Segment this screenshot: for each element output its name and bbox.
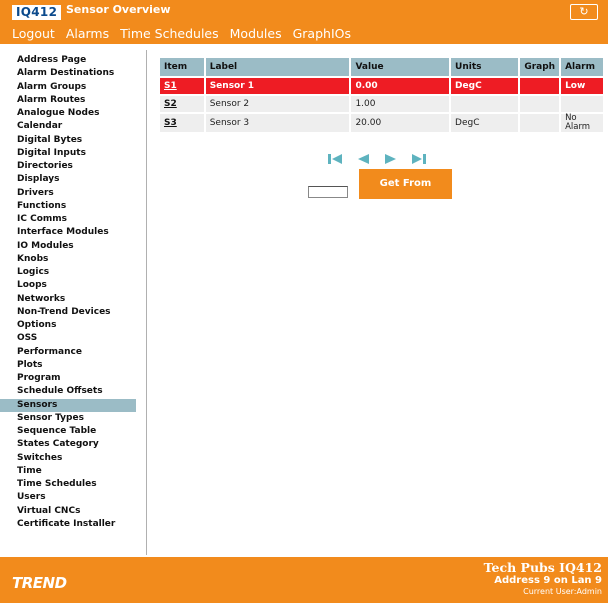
previous-page-icon[interactable]: [353, 152, 373, 166]
sidebar-item-address-page[interactable]: Address Page: [0, 54, 136, 67]
sidebar-item-alarm-destinations[interactable]: Alarm Destinations: [0, 67, 136, 80]
table-row: S1 Sensor 1 0.00 DegC Low: [160, 76, 603, 94]
sensor-link[interactable]: S3: [164, 118, 177, 128]
column-header-item: Item: [160, 58, 206, 76]
device-name: Tech Pubs IQ412: [483, 560, 602, 575]
sidebar-item-logics[interactable]: Logics: [0, 266, 136, 279]
cell-units: [451, 94, 521, 112]
sidebar-item-drivers[interactable]: Drivers: [0, 187, 136, 200]
sidebar-item-non-trend-devices[interactable]: Non-Trend Devices: [0, 306, 136, 319]
cell-value: 1.00: [351, 94, 452, 112]
sidebar-item-program[interactable]: Program: [0, 372, 136, 385]
cell-units: DegC: [451, 76, 521, 94]
sidebar-item-users[interactable]: Users: [0, 491, 136, 504]
page-title: Sensor Overview: [66, 3, 171, 16]
sidebar-item-oss[interactable]: OSS: [0, 332, 136, 345]
current-user: Current User:Admin: [523, 587, 602, 596]
cell-item: S1: [160, 76, 206, 94]
sidebar: Address Page Alarm Destinations Alarm Grou…: [0, 50, 147, 555]
column-header-value: Value: [351, 58, 452, 76]
table-header-row: Item Label Value Units Graph Alarm: [160, 58, 603, 76]
nav-alarms[interactable]: Alarms: [66, 26, 109, 41]
sensor-table: Item Label Value Units Graph Alarm S1 Se…: [160, 58, 603, 132]
nav-time-schedules[interactable]: Time Schedules: [120, 26, 219, 41]
sidebar-item-calendar[interactable]: Calendar: [0, 120, 136, 133]
nav-modules[interactable]: Modules: [230, 26, 282, 41]
footer-bar: TREND Tech Pubs IQ412 Address 9 on Lan 9…: [0, 557, 608, 603]
sidebar-item-virtual-cncs[interactable]: Virtual CNCs: [0, 505, 136, 518]
header-bar: IQ412 Sensor Overview ↻ Logout Alarms Ti…: [0, 0, 608, 44]
column-header-alarm: Alarm: [561, 58, 603, 76]
sidebar-item-directories[interactable]: Directories: [0, 160, 136, 173]
sidebar-item-performance[interactable]: Performance: [0, 346, 136, 359]
sidebar-item-networks[interactable]: Networks: [0, 293, 136, 306]
cell-units: DegC: [451, 112, 521, 132]
cell-label: Sensor 3: [205, 112, 352, 132]
refresh-icon: ↻: [579, 5, 589, 18]
cell-value: 0.00: [351, 76, 452, 94]
cell-label: Sensor 2: [205, 94, 352, 112]
sidebar-item-ic-comms[interactable]: IC Comms: [0, 213, 136, 226]
column-header-label: Label: [205, 58, 352, 76]
table-row: S3 Sensor 3 20.00 DegC No Alarm: [160, 112, 603, 132]
sidebar-item-analogue-nodes[interactable]: Analogue Nodes: [0, 107, 136, 120]
sidebar-item-schedule-offsets[interactable]: Schedule Offsets: [0, 385, 136, 398]
sidebar-item-plots[interactable]: Plots: [0, 359, 136, 372]
sidebar-item-functions[interactable]: Functions: [0, 200, 136, 213]
cell-item: S3: [160, 112, 206, 132]
sensor-link[interactable]: S2: [164, 99, 177, 109]
sidebar-item-digital-inputs[interactable]: Digital Inputs: [0, 147, 136, 160]
sidebar-item-alarm-groups[interactable]: Alarm Groups: [0, 81, 136, 94]
sidebar-item-sequence-table[interactable]: Sequence Table: [0, 425, 136, 438]
iq-logo: IQ412: [12, 5, 62, 20]
sensor-link[interactable]: S1: [164, 81, 177, 91]
next-page-icon[interactable]: [381, 152, 401, 166]
sidebar-item-loops[interactable]: Loops: [0, 279, 136, 292]
nav-graphios[interactable]: GraphIOs: [293, 26, 351, 41]
sidebar-item-interface-modules[interactable]: Interface Modules: [0, 226, 136, 239]
sidebar-item-certificate-installer[interactable]: Certificate Installer: [0, 518, 136, 531]
get-from-button[interactable]: Get From: [359, 169, 452, 199]
cell-label: Sensor 1: [205, 76, 352, 94]
column-header-units: Units: [451, 58, 521, 76]
get-from-input[interactable]: [308, 186, 348, 198]
top-navigation: Logout Alarms Time Schedules Modules Gra…: [12, 26, 351, 41]
first-page-icon[interactable]: [325, 152, 345, 166]
sidebar-item-time-schedules[interactable]: Time Schedules: [0, 478, 136, 491]
device-info: Tech Pubs IQ412 Address 9 on Lan 9 Curre…: [484, 561, 602, 597]
refresh-button[interactable]: ↻: [570, 4, 598, 20]
sidebar-item-states-category[interactable]: States Category: [0, 438, 136, 451]
sidebar-item-sensors[interactable]: Sensors: [0, 398, 136, 412]
table-row: S2 Sensor 2 1.00: [160, 94, 603, 112]
sidebar-item-knobs[interactable]: Knobs: [0, 253, 136, 266]
device-address: Address 9 on Lan 9: [494, 575, 602, 586]
sidebar-item-sensor-types[interactable]: Sensor Types: [0, 412, 136, 425]
cell-graph: [520, 94, 562, 112]
cell-value: 20.00: [351, 112, 452, 132]
cell-alarm: [561, 94, 603, 112]
cell-alarm: Low: [561, 76, 603, 94]
sidebar-item-switches[interactable]: Switches: [0, 452, 136, 465]
pagination: [325, 152, 429, 166]
cell-alarm: No Alarm: [561, 112, 603, 132]
cell-graph: [520, 112, 562, 132]
trend-logo: TREND: [12, 574, 67, 592]
sidebar-item-options[interactable]: Options: [0, 319, 136, 332]
sidebar-item-alarm-routes[interactable]: Alarm Routes: [0, 94, 136, 107]
sidebar-list: Address Page Alarm Destinations Alarm Grou…: [0, 50, 146, 531]
last-page-icon[interactable]: [409, 152, 429, 166]
sidebar-item-time[interactable]: Time: [0, 465, 136, 478]
main-content: Item Label Value Units Graph Alarm S1 Se…: [160, 58, 603, 199]
nav-logout[interactable]: Logout: [12, 26, 55, 41]
column-header-graph: Graph: [520, 58, 562, 76]
cell-item: S2: [160, 94, 206, 112]
sidebar-item-displays[interactable]: Displays: [0, 173, 136, 186]
sidebar-item-io-modules[interactable]: IO Modules: [0, 240, 136, 253]
cell-graph: [520, 76, 562, 94]
sidebar-item-digital-bytes[interactable]: Digital Bytes: [0, 134, 136, 147]
